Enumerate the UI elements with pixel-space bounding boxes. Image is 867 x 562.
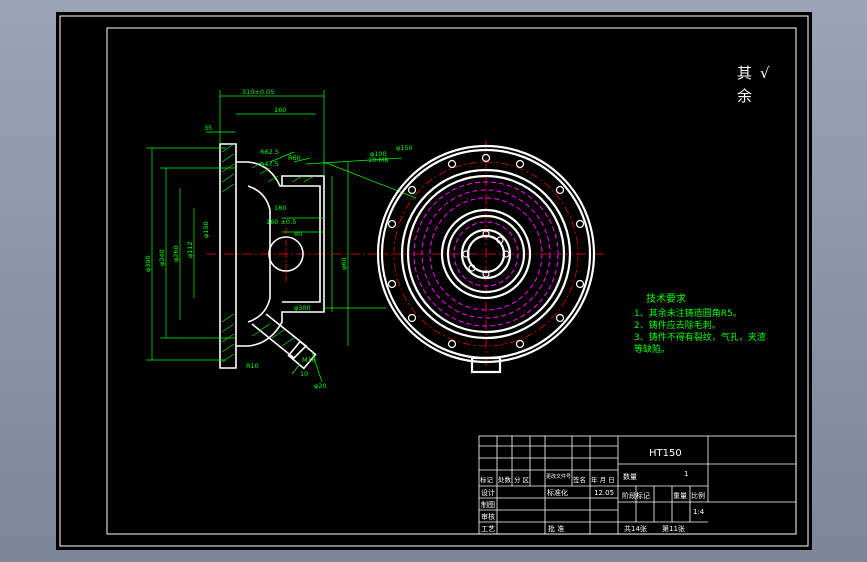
rev-col-zone: 分 区 [514, 475, 530, 484]
rev-col-docno: 更改文件号 [546, 473, 571, 480]
dim-phi20: φ20 [314, 382, 327, 390]
dim-phi112: φ112 [186, 241, 194, 258]
dim-phi150: φ150 [396, 144, 413, 152]
dim-phi60: φ60 [340, 257, 348, 270]
dim-r62: R62.5 [260, 148, 279, 156]
surface-note-line1: 其 [737, 64, 752, 82]
quantity-label: 数量 [623, 472, 637, 481]
dim-r10: R10 [246, 362, 259, 370]
front-view [376, 140, 604, 374]
dim-phi340: φ340 [158, 249, 166, 266]
outer-frame [59, 15, 809, 547]
tech-req-item-2: 2、铸件应去除毛刺。 [634, 319, 721, 331]
section-view: 310±0.05 160 35 R62.5 R60 φ47.5 φ100 φ15… [144, 88, 417, 390]
dim-80: 80 [294, 230, 302, 238]
dim-phi260: φ260 [172, 245, 180, 262]
approve-label: 批 准 [548, 524, 564, 533]
title-block: HT150 数量 1 标记 处数 分 区 更改文件号 签名 年 月 日 设计 标… [478, 435, 797, 535]
tech-req-item-4: 等缺陷。 [634, 343, 670, 355]
cad-drawing: 其 余 √ 310±0.05 160 35 R62.5 R60 φ47.5 φ1… [59, 15, 809, 547]
dim-35: 35 [204, 124, 212, 132]
rev-col-date: 年 月 日 [591, 475, 615, 484]
sheets-total: 共14张 [624, 524, 647, 533]
dim-10m8: 10-M8 [368, 156, 388, 164]
surface-note: 其 余 √ [737, 64, 770, 105]
drawing-sheet: 其 余 √ 310±0.05 160 35 R62.5 R60 φ47.5 φ1… [56, 12, 812, 550]
dim-10: 10 [300, 370, 308, 378]
scale-label: 比例 [691, 491, 705, 500]
material-label: HT150 [649, 448, 682, 459]
dim-r60: R60 [288, 154, 301, 162]
design-label: 设计 [481, 488, 495, 497]
dim-phi150-left: φ150 [202, 221, 210, 238]
tech-req-item-1: 1、其余未注铸造圆角R5。 [634, 307, 742, 319]
dim-phi390: φ390 [144, 255, 152, 272]
surface-note-line2: 余 [737, 87, 752, 105]
dim-m16: M16 [302, 356, 316, 364]
date-value: 12.05 [594, 489, 614, 497]
dim-overall-length: 310±0.05 [242, 88, 274, 96]
quantity-value: 1 [684, 470, 688, 478]
tech-requirements: 技术要求 1、其余未注铸造圆角R5。 2、铸件应去除毛刺。 3、铸件不得有裂纹，… [634, 292, 766, 355]
section-outline [219, 143, 325, 370]
rev-col-mark: 标记 [480, 475, 494, 484]
process-label: 工艺 [481, 525, 495, 533]
title-block-grid [478, 435, 797, 535]
standard-label: 标准化 [547, 488, 568, 497]
dim-180: 180 [274, 204, 286, 212]
weight-label: 重量 [673, 492, 687, 500]
dim-phi47: φ47.5 [260, 160, 279, 168]
stage-label: 阶段标记 [622, 491, 650, 500]
dim-160: 160 [274, 106, 286, 114]
roughness-symbol: √ [760, 64, 770, 82]
section-dim-lines [146, 90, 417, 383]
sheet-number: 第11张 [662, 524, 685, 533]
review-label: 审核 [481, 512, 495, 521]
dim-160-tol: 160 ±0.5 [266, 218, 296, 226]
tech-req-item-3: 3、铸件不得有裂纹，气孔，夹渣 [634, 331, 766, 343]
rev-col-sign: 签名 [573, 475, 586, 484]
draw-label: 制图 [481, 500, 495, 509]
title-block-texts: HT150 数量 1 标记 处数 分 区 更改文件号 签名 年 月 日 设计 标… [480, 448, 705, 533]
scale-value: 1:4 [693, 508, 705, 516]
rev-col-count: 处数 [498, 475, 512, 484]
tech-req-title: 技术要求 [646, 292, 686, 305]
dim-phi300: φ300 [294, 304, 311, 312]
